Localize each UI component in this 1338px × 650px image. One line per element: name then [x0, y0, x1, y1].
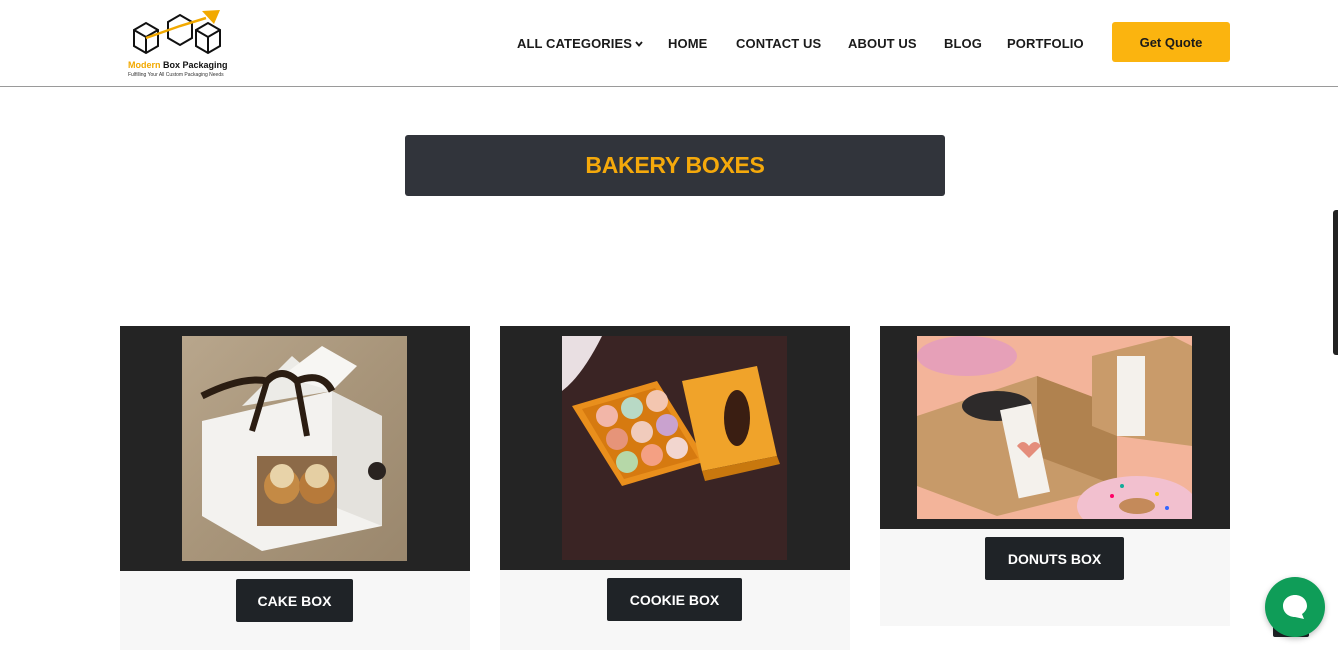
nav-all-categories-label: ALL CATEGORIES: [517, 36, 633, 51]
brand-tagline: Fulfilling Your All Custom Packaging Nee…: [128, 72, 224, 78]
nav-all-categories[interactable]: ALL CATEGORIES: [517, 36, 643, 51]
chevron-down-icon: [635, 41, 643, 47]
donuts-box-photo[interactable]: [917, 336, 1192, 519]
nav-portfolio[interactable]: PORTFOLIO: [1007, 36, 1084, 51]
cake-box-image: [200, 346, 386, 551]
box-logo-icon: [133, 10, 221, 55]
donuts-box-image: [917, 336, 1192, 519]
product-card-cookie-box[interactable]: COOKIE BOX: [500, 326, 850, 650]
page-title: BAKERY BOXES: [585, 152, 765, 178]
nav-home[interactable]: HOME: [668, 36, 707, 51]
donuts-box-button[interactable]: DONUTS BOX: [985, 537, 1124, 580]
cake-box-photo[interactable]: [182, 336, 407, 561]
product-card-donuts-box[interactable]: DONUTS BOX: [880, 326, 1230, 626]
chat-widget-button[interactable]: [1265, 577, 1325, 637]
nav-contact-us[interactable]: CONTACT US: [736, 36, 821, 51]
site-header: Modern Box Packaging Fulfilling Your All…: [0, 0, 1338, 87]
cake-box-button[interactable]: CAKE BOX: [236, 579, 353, 622]
product-image-frame: [880, 326, 1230, 529]
cookie-box-button[interactable]: COOKIE BOX: [607, 578, 742, 621]
brand-logo[interactable]: Modern Box Packaging Fulfilling Your All…: [126, 8, 236, 80]
brand-name: Modern Box Packaging: [128, 60, 228, 70]
product-card-cake-box[interactable]: CAKE BOX: [120, 326, 470, 650]
category-title-bar: BAKERY BOXES: [405, 135, 945, 196]
nav-about-us[interactable]: ABOUT US: [848, 36, 917, 51]
product-image-frame: [120, 326, 470, 571]
cookie-box-image: [562, 336, 780, 486]
cookie-box-photo[interactable]: [562, 336, 787, 560]
side-tab[interactable]: [1333, 210, 1338, 355]
product-image-frame: [500, 326, 850, 570]
get-quote-button[interactable]: Get Quote: [1112, 22, 1230, 62]
chat-bubble-icon: [1283, 595, 1307, 619]
nav-blog[interactable]: BLOG: [944, 36, 982, 51]
